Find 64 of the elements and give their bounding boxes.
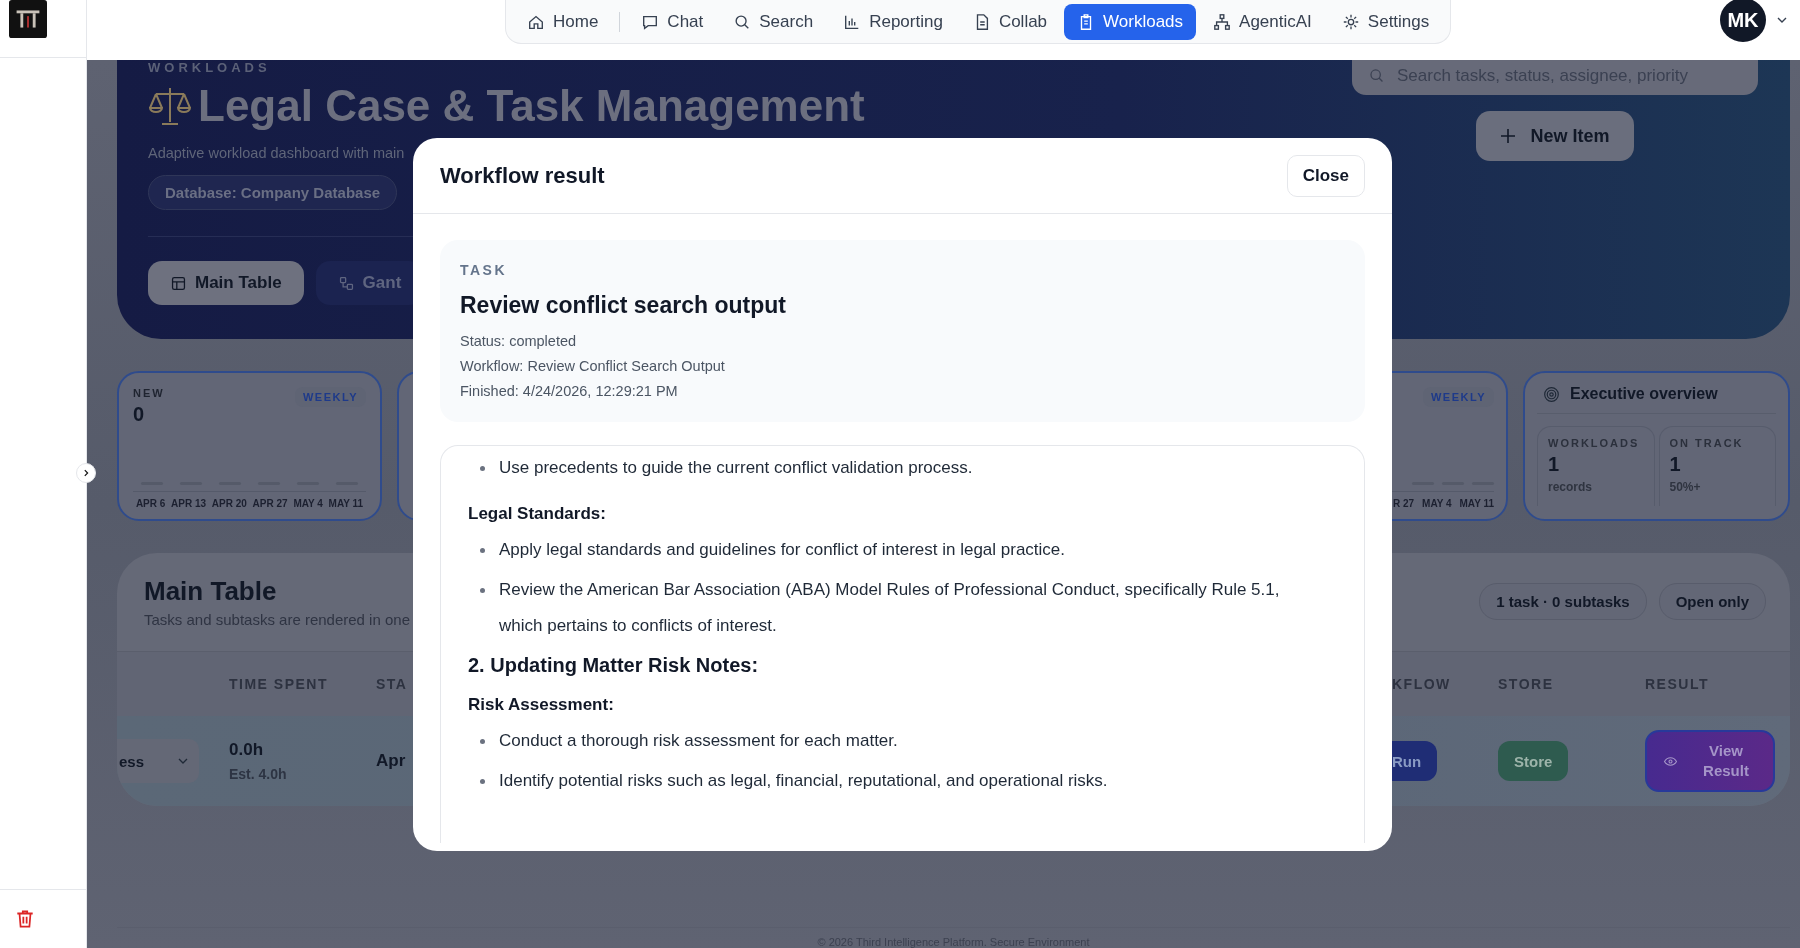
settings-icon [1341, 12, 1360, 31]
close-button[interactable]: Close [1286, 154, 1365, 197]
date-label: MAY 11 [1459, 498, 1494, 509]
view-tab[interactable]: Main Table [148, 261, 304, 305]
metric-label: ON TRACK [1669, 437, 1745, 449]
plus-icon [1500, 128, 1517, 144]
date-label: MAY 4 [293, 498, 323, 509]
metric-value: 1 [1548, 453, 1561, 476]
run-button[interactable]: Run [1392, 741, 1438, 782]
metric-value: 1 [1669, 453, 1682, 476]
page-title: Legal Case & Task Management [198, 80, 865, 132]
bullet-text: Review the American Bar Association (ABA) Model Rules of Professional Conduct, specifically Rule 5.1, which pertains to conflicts of interest. [499, 579, 1281, 637]
nav-tab[interactable]: Settings [1328, 3, 1443, 40]
task-detail: Workflow: Review Conflict Search Output [460, 357, 726, 376]
page-subtitle: Adaptive workload dashboard with main [148, 145, 405, 161]
network-icon [1213, 12, 1232, 31]
result-heading: 2. Updating Matter Risk Notes: [468, 654, 760, 677]
bullet-text: Use precedents to guide the current conflict validation process. [499, 457, 973, 479]
date-label: MAY 4 [1422, 498, 1452, 509]
count-tag: 1 task · 0 subtasks [1479, 583, 1647, 621]
trash-icon[interactable] [14, 908, 36, 930]
period-tag: WEEKLY [294, 387, 366, 407]
date-label: APR 20 [211, 498, 247, 509]
chevron-right-icon [82, 469, 90, 477]
avatar[interactable]: MK [1720, 0, 1766, 42]
logo-icon[interactable] [8, 0, 48, 38]
nav-tab[interactable]: Collab [959, 3, 1061, 40]
section-title: Main Table [144, 575, 278, 607]
task-title: Review conflict search output [460, 292, 787, 319]
table-icon [170, 274, 187, 292]
stat-label: NEW [133, 387, 165, 399]
target-icon [1543, 385, 1560, 403]
nav-tab[interactable]: AgenticAI [1200, 3, 1325, 40]
dialog-title: Workflow result [440, 162, 605, 189]
result-label: Risk Assessment: [468, 695, 615, 715]
nav-tab[interactable]: Home [514, 3, 612, 40]
period-tag: WEEKLY [1422, 387, 1494, 407]
database-tag: Database: Company Database [148, 175, 398, 210]
overview-title: Executive overview [1570, 385, 1718, 403]
date-label: APR 27 [252, 498, 288, 509]
nav-tab[interactable]: Chat [628, 3, 717, 40]
date-label: APR 6 [135, 498, 166, 509]
nav-tab[interactable]: Workloads [1064, 3, 1197, 40]
task-detail: Finished: 4/24/2026, 12:29:21 PM [460, 382, 679, 401]
date-label: R 27 [1392, 498, 1415, 509]
task-label: TASK [460, 262, 509, 278]
view-result-button[interactable]: View Result [1645, 730, 1775, 793]
date-label: APR 13 [171, 498, 207, 509]
store-button[interactable]: Store [1498, 741, 1569, 782]
bullet-text: Apply legal standards and guidelines for conflict of interest in legal practice. [499, 539, 1066, 561]
metric-label: WORKLOADS [1548, 437, 1641, 449]
bullet-text: Conduct a thorough risk assessment for each matter. [499, 730, 898, 752]
gantt-icon [337, 274, 355, 292]
bullet-text: Identify potential risks such as legal, financial, reputational, and operational risks. [499, 770, 1108, 792]
new-item-button[interactable]: New Item [1476, 111, 1634, 161]
page-eyebrow: WORKLOADS [148, 60, 271, 75]
nav-tab[interactable]: Reporting [830, 3, 956, 40]
nav-tab[interactable]: Search [720, 3, 827, 40]
stat-value: 0 [133, 403, 146, 426]
table-cell-text: 0.0h [229, 740, 265, 761]
table-cell: Apr [376, 751, 406, 772]
result-label: Legal Standards: [468, 504, 607, 524]
date-label: MAY 11 [328, 498, 364, 509]
task-detail: Status: completed [460, 332, 578, 351]
